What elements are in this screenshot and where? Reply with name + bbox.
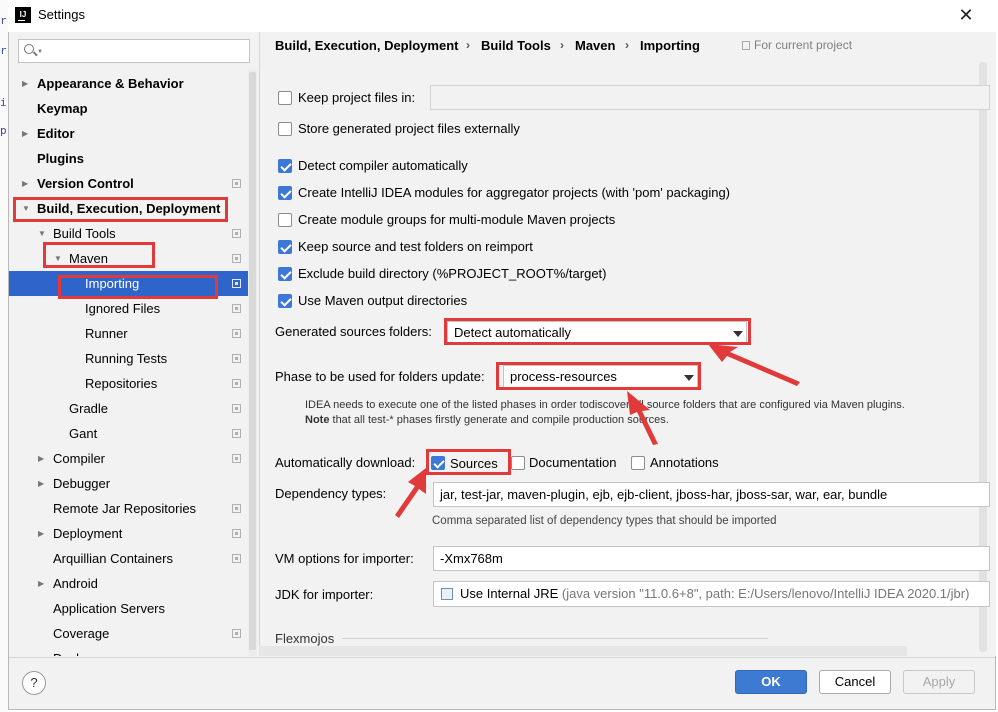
annotation-arrows	[395, 344, 800, 518]
annotation-arrow-generated-sources	[708, 344, 800, 386]
annotation-arrow-sources	[395, 468, 426, 518]
annotation-arrow-phase	[627, 391, 658, 445]
